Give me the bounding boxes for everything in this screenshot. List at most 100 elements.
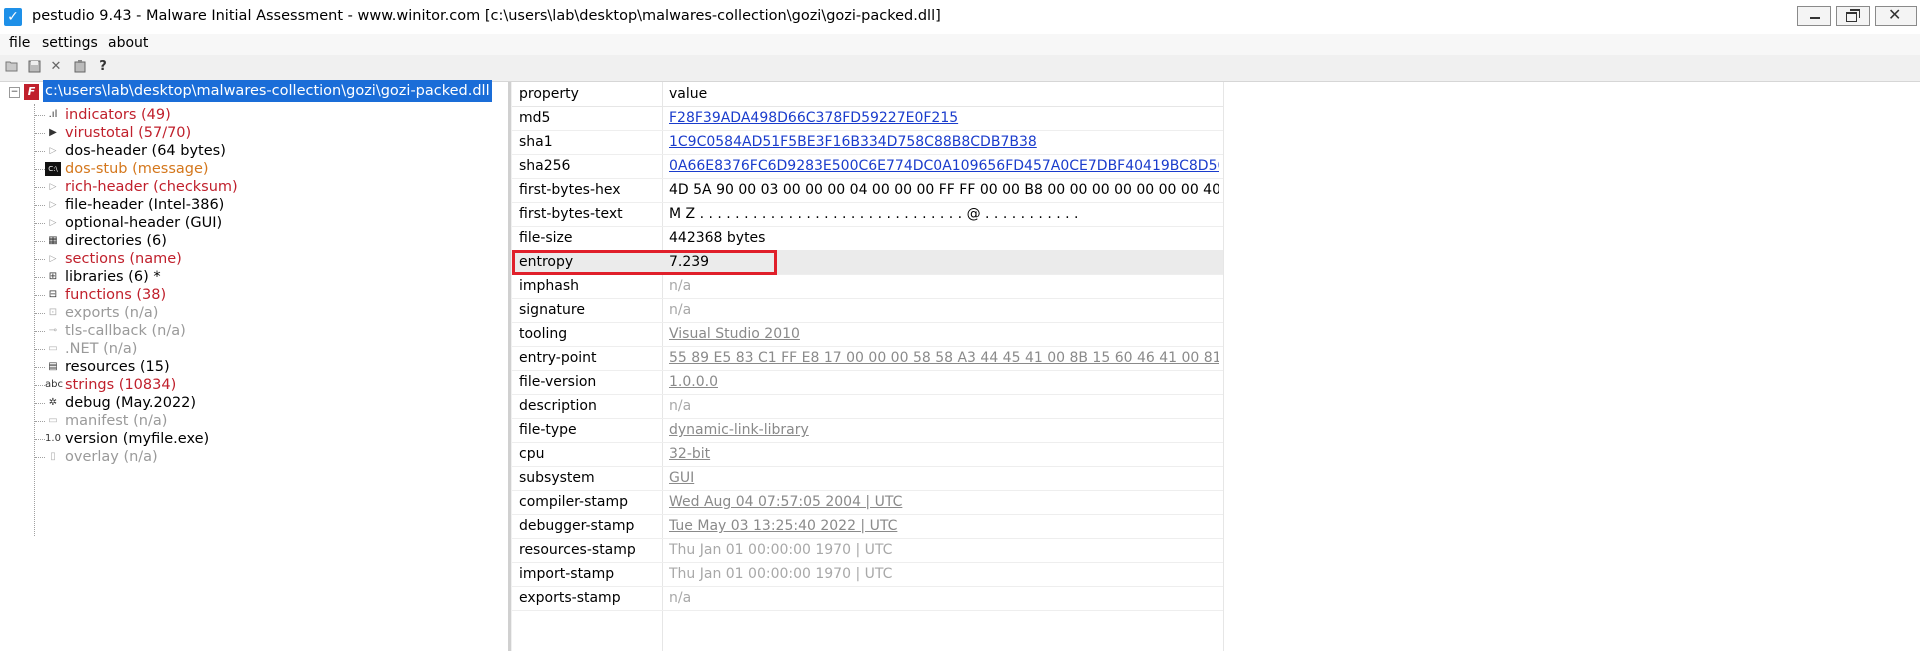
menu-about[interactable]: about bbox=[108, 34, 148, 53]
property-value[interactable]: F28F39ADA498D66C378FD59227E0F215 bbox=[669, 106, 1219, 130]
property-value[interactable]: Wed Aug 04 07:57:05 2004 | UTC bbox=[669, 490, 1219, 514]
tls-callback-icon: ⊸ bbox=[48, 325, 58, 336]
expand-arrow-icon[interactable]: ▷ bbox=[45, 180, 61, 194]
property-name: cpu bbox=[519, 446, 545, 462]
expand-arrow-icon[interactable]: ▷ bbox=[45, 144, 61, 158]
table-row[interactable]: cpu 32-bit bbox=[512, 442, 1223, 467]
overlay-icon: ▯ bbox=[50, 451, 56, 462]
libraries-icon: ⊞ bbox=[48, 271, 58, 282]
tree-panel: − F c:\users\lab\desktop\malwares-collec… bbox=[0, 80, 511, 651]
table-row[interactable]: first-bytes-text M Z . . . . . . . . . . … bbox=[512, 202, 1223, 227]
version-icon: 1.0 bbox=[45, 433, 61, 444]
menu-file[interactable]: file bbox=[9, 34, 30, 53]
property-value[interactable]: 1C9C0584AD51F5BE3F16B334D758C88B8CDB7B38 bbox=[669, 130, 1219, 154]
resources-icon: ▤ bbox=[48, 361, 58, 372]
table-row[interactable]: imphash n/a bbox=[512, 274, 1223, 299]
exports-icon: ⊡ bbox=[48, 307, 58, 318]
table-row[interactable]: compiler-stamp Wed Aug 04 07:57:05 2004 |… bbox=[512, 490, 1223, 515]
property-value[interactable]: Visual Studio 2010 bbox=[669, 322, 1219, 346]
virustotal-icon: ▶ bbox=[49, 127, 57, 138]
close-button[interactable]: ✕ bbox=[1875, 5, 1917, 26]
delete-icon[interactable]: ✕ bbox=[49, 60, 63, 74]
expand-arrow-icon[interactable]: ▷ bbox=[45, 252, 61, 266]
table-row[interactable]: file-version 1.0.0.0 bbox=[512, 370, 1223, 395]
open-folder-icon[interactable] bbox=[5, 60, 19, 74]
property-name: import-stamp bbox=[519, 566, 615, 582]
property-value: 442368 bytes bbox=[669, 230, 766, 246]
dotnet-icon: ▭ bbox=[48, 343, 58, 354]
tree-item-label: overlay (n/a) bbox=[65, 449, 158, 465]
clipboard-icon[interactable] bbox=[73, 60, 87, 74]
functions-icon: ⊟ bbox=[48, 289, 58, 300]
column-header-value[interactable]: value bbox=[669, 82, 1219, 106]
property-value[interactable]: 1.0.0.0 bbox=[669, 370, 1219, 394]
property-value: n/a bbox=[669, 590, 692, 606]
property-value[interactable]: 32-bit bbox=[669, 442, 1219, 466]
property-name: file-type bbox=[519, 422, 577, 438]
property-value: n/a bbox=[669, 398, 692, 414]
expand-arrow-icon[interactable]: ▷ bbox=[45, 198, 61, 212]
property-value[interactable]: dynamic-link-library bbox=[669, 418, 1219, 442]
table-row[interactable]: tooling Visual Studio 2010 bbox=[512, 322, 1223, 347]
table-row[interactable]: exports-stamp n/a bbox=[512, 586, 1223, 611]
property-value: 4D 5A 90 00 03 00 00 00 04 00 00 00 FF F… bbox=[669, 182, 1219, 198]
property-name: subsystem bbox=[519, 470, 595, 486]
property-value[interactable]: 0A66E8376FC6D9283E500C6E774DC0A109656FD4… bbox=[669, 154, 1219, 178]
table-row[interactable]: sha1 1C9C0584AD51F5BE3F16B334D758C88B8CDB… bbox=[512, 130, 1223, 155]
manifest-icon: ▭ bbox=[48, 415, 58, 426]
title-bar: ✓ pestudio 9.43 - Malware Initial Assess… bbox=[0, 0, 1920, 35]
console-icon: C:\ bbox=[45, 162, 61, 176]
tree-root-collapse-toggle[interactable]: − bbox=[9, 87, 20, 98]
property-name: resources-stamp bbox=[519, 542, 636, 558]
property-name: signature bbox=[519, 302, 585, 318]
expand-arrow-icon[interactable]: ▷ bbox=[45, 216, 61, 230]
table-row[interactable]: resources-stamp Thu Jan 01 00:00:00 1970 … bbox=[512, 538, 1223, 563]
table-header-row: property value bbox=[512, 82, 1223, 107]
property-value: M Z . . . . . . . . . . . . . . . . . . … bbox=[669, 206, 1079, 222]
table-row[interactable]: description n/a bbox=[512, 394, 1223, 419]
table-row[interactable]: file-type dynamic-link-library bbox=[512, 418, 1223, 443]
pestudio-app-icon: ✓ bbox=[4, 8, 22, 26]
table-row[interactable]: sha256 0A66E8376FC6D9283E500C6E774DC0A109… bbox=[512, 154, 1223, 179]
menu-bar: file settings about bbox=[0, 34, 1920, 55]
property-value: Thu Jan 01 00:00:00 1970 | UTC bbox=[669, 566, 893, 582]
property-name: md5 bbox=[519, 110, 551, 126]
property-value[interactable]: Tue May 03 13:25:40 2022 | UTC bbox=[669, 514, 1219, 538]
entropy-highlight-annotation bbox=[512, 250, 777, 275]
minimize-button[interactable] bbox=[1797, 6, 1831, 26]
property-name: sha256 bbox=[519, 158, 571, 174]
table-row[interactable]: import-stamp Thu Jan 01 00:00:00 1970 | U… bbox=[512, 562, 1223, 587]
property-name: debugger-stamp bbox=[519, 518, 635, 534]
table-row[interactable]: entry-point 55 89 E5 83 C1 FF E8 17 00 00… bbox=[512, 346, 1223, 371]
property-name: first-bytes-text bbox=[519, 206, 623, 222]
restore-button[interactable] bbox=[1836, 6, 1870, 26]
menu-settings[interactable]: settings bbox=[42, 34, 98, 53]
strings-icon: abc bbox=[45, 379, 63, 390]
table-row[interactable]: signature n/a bbox=[512, 298, 1223, 323]
table-row[interactable]: md5 F28F39ADA498D66C378FD59227E0F215 bbox=[512, 106, 1223, 131]
help-icon[interactable]: ? bbox=[96, 60, 110, 74]
window-title: pestudio 9.43 - Malware Initial Assessme… bbox=[32, 8, 941, 24]
property-name: entry-point bbox=[519, 350, 597, 366]
property-value: n/a bbox=[669, 278, 692, 294]
property-name: description bbox=[519, 398, 597, 414]
property-value[interactable]: 55 89 E5 83 C1 FF E8 17 00 00 00 58 58 A… bbox=[669, 346, 1219, 370]
property-name: first-bytes-hex bbox=[519, 182, 621, 198]
save-icon[interactable] bbox=[27, 60, 41, 74]
property-value[interactable]: GUI bbox=[669, 466, 1219, 490]
properties-panel: property value md5 F28F39ADA498D66C378FD5… bbox=[512, 82, 1920, 651]
property-name: file-size bbox=[519, 230, 573, 246]
debug-bug-icon: ✲ bbox=[48, 397, 58, 408]
property-value: n/a bbox=[669, 302, 692, 318]
property-value: Thu Jan 01 00:00:00 1970 | UTC bbox=[669, 542, 893, 558]
file-document-icon: F bbox=[24, 84, 39, 100]
table-row[interactable]: debugger-stamp Tue May 03 13:25:40 2022 |… bbox=[512, 514, 1223, 539]
property-name: tooling bbox=[519, 326, 568, 342]
table-row[interactable]: subsystem GUI bbox=[512, 466, 1223, 491]
toolbar: ✕ ? bbox=[0, 55, 1920, 82]
property-name: file-version bbox=[519, 374, 597, 390]
table-row[interactable]: first-bytes-hex 4D 5A 90 00 03 00 00 00 0… bbox=[512, 178, 1223, 203]
property-name: compiler-stamp bbox=[519, 494, 628, 510]
column-header-property[interactable]: property bbox=[519, 82, 579, 106]
table-row[interactable]: file-size 442368 bytes bbox=[512, 226, 1223, 251]
